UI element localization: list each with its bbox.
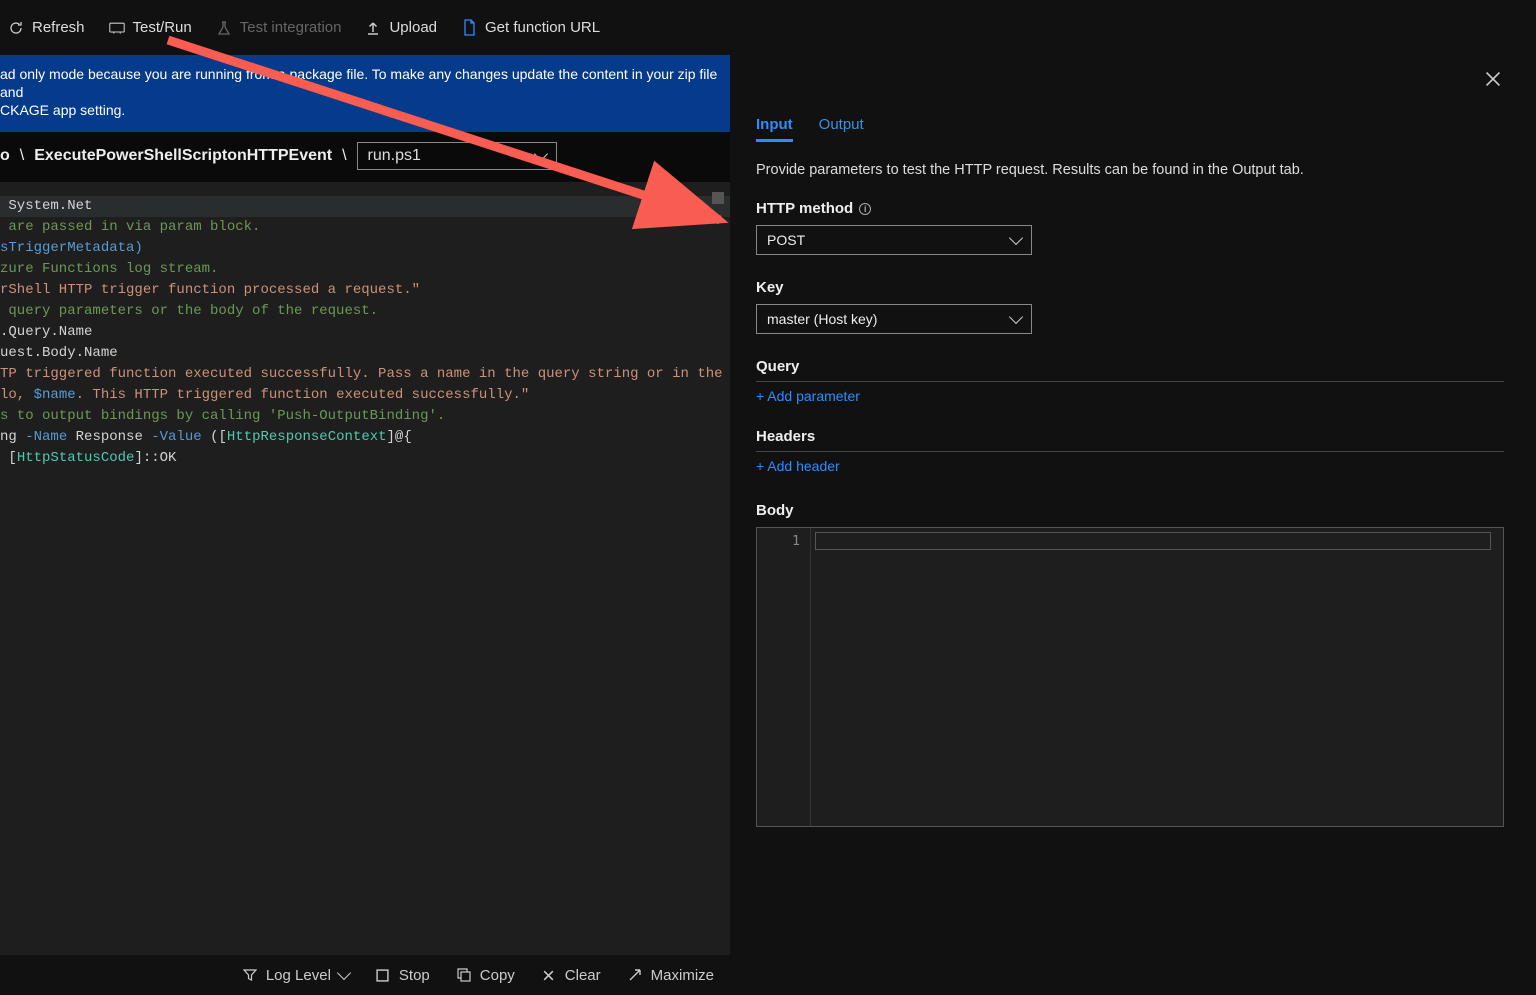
tab-output[interactable]: Output: [819, 116, 864, 142]
chevron-down-icon: [1009, 231, 1023, 245]
body-line-number: 1: [757, 534, 800, 549]
clear-button[interactable]: Clear: [541, 967, 601, 984]
banner-line1: ad only mode because you are running fro…: [0, 65, 720, 101]
add-header-link[interactable]: + Add header: [756, 458, 840, 474]
banner-line2: CKAGE app setting.: [0, 101, 720, 119]
clear-label: Clear: [565, 967, 601, 984]
log-level-button[interactable]: Log Level: [242, 967, 349, 984]
key-select[interactable]: master (Host key): [756, 304, 1032, 334]
body-gutter: 1: [757, 528, 811, 826]
maximize-button[interactable]: Maximize: [627, 967, 714, 984]
refresh-label: Refresh: [32, 19, 85, 36]
flask-icon: [216, 20, 232, 36]
copy-icon: [456, 967, 472, 983]
body-label: Body: [756, 502, 1504, 519]
chevron-down-icon: [1009, 310, 1023, 324]
crumb-sep: \: [20, 147, 24, 165]
chevron-down-icon: [533, 146, 547, 160]
crumb-function[interactable]: ExecutePowerShellScriptonHTTPEvent: [34, 147, 332, 165]
breadcrumb: o \ ExecutePowerShellScriptonHTTPEvent \…: [0, 132, 730, 182]
body-cursor-line: [815, 532, 1491, 550]
readonly-banner: ad only mode because you are running fro…: [0, 55, 730, 132]
body-textarea[interactable]: [811, 528, 1503, 826]
log-level-label: Log Level: [266, 967, 331, 984]
info-icon[interactable]: i: [859, 203, 871, 215]
code-pane: Refresh Test/Run Test integration Upload: [0, 0, 730, 995]
get-url-icon: [461, 20, 477, 36]
test-integration-button: Test integration: [216, 19, 342, 36]
refresh-icon: [8, 20, 24, 36]
body-editor[interactable]: 1: [756, 527, 1504, 827]
copy-button[interactable]: Copy: [456, 967, 515, 984]
code-editor[interactable]: System.Net are passed in via param block…: [0, 182, 730, 955]
test-run-label: Test/Run: [133, 19, 192, 36]
http-method-select[interactable]: POST: [756, 225, 1032, 255]
maximize-icon: [627, 967, 643, 983]
panel-description: Provide parameters to test the HTTP requ…: [756, 162, 1504, 178]
get-url-button[interactable]: Get function URL: [461, 19, 600, 36]
file-select[interactable]: run.ps1: [357, 142, 557, 170]
log-toolbar: Log Level Stop Copy Clear: [0, 955, 730, 995]
close-button[interactable]: [1484, 70, 1506, 92]
clear-icon: [541, 967, 557, 983]
tabs: Input Output: [756, 116, 1504, 142]
test-run-button[interactable]: Test/Run: [109, 19, 192, 36]
scrollbar-thumb[interactable]: [712, 192, 724, 204]
get-url-label: Get function URL: [485, 19, 600, 36]
test-panel: Input Output Provide parameters to test …: [730, 0, 1536, 995]
stop-button[interactable]: Stop: [375, 967, 430, 984]
test-integration-label: Test integration: [240, 19, 342, 36]
upload-label: Upload: [389, 19, 437, 36]
http-method-value: POST: [767, 232, 805, 248]
http-method-label: HTTP method i: [756, 200, 1504, 217]
crumb-app[interactable]: o: [0, 147, 10, 165]
headers-section: Headers: [756, 428, 1504, 452]
query-section: Query: [756, 358, 1504, 382]
upload-icon: [365, 20, 381, 36]
chevron-down-icon: [337, 966, 351, 980]
maximize-label: Maximize: [651, 967, 714, 984]
tab-input[interactable]: Input: [756, 116, 793, 142]
copy-label: Copy: [480, 967, 515, 984]
toolbar: Refresh Test/Run Test integration Upload: [0, 0, 730, 55]
file-select-value: run.ps1: [368, 147, 421, 165]
add-parameter-link[interactable]: + Add parameter: [756, 388, 860, 404]
refresh-button[interactable]: Refresh: [8, 19, 85, 36]
crumb-sep: \: [342, 147, 346, 165]
key-value: master (Host key): [767, 311, 877, 327]
key-label: Key: [756, 279, 1504, 296]
filter-icon: [242, 967, 258, 983]
test-run-icon: [109, 20, 125, 36]
stop-icon: [375, 967, 391, 983]
stop-label: Stop: [399, 967, 430, 984]
upload-button[interactable]: Upload: [365, 19, 437, 36]
